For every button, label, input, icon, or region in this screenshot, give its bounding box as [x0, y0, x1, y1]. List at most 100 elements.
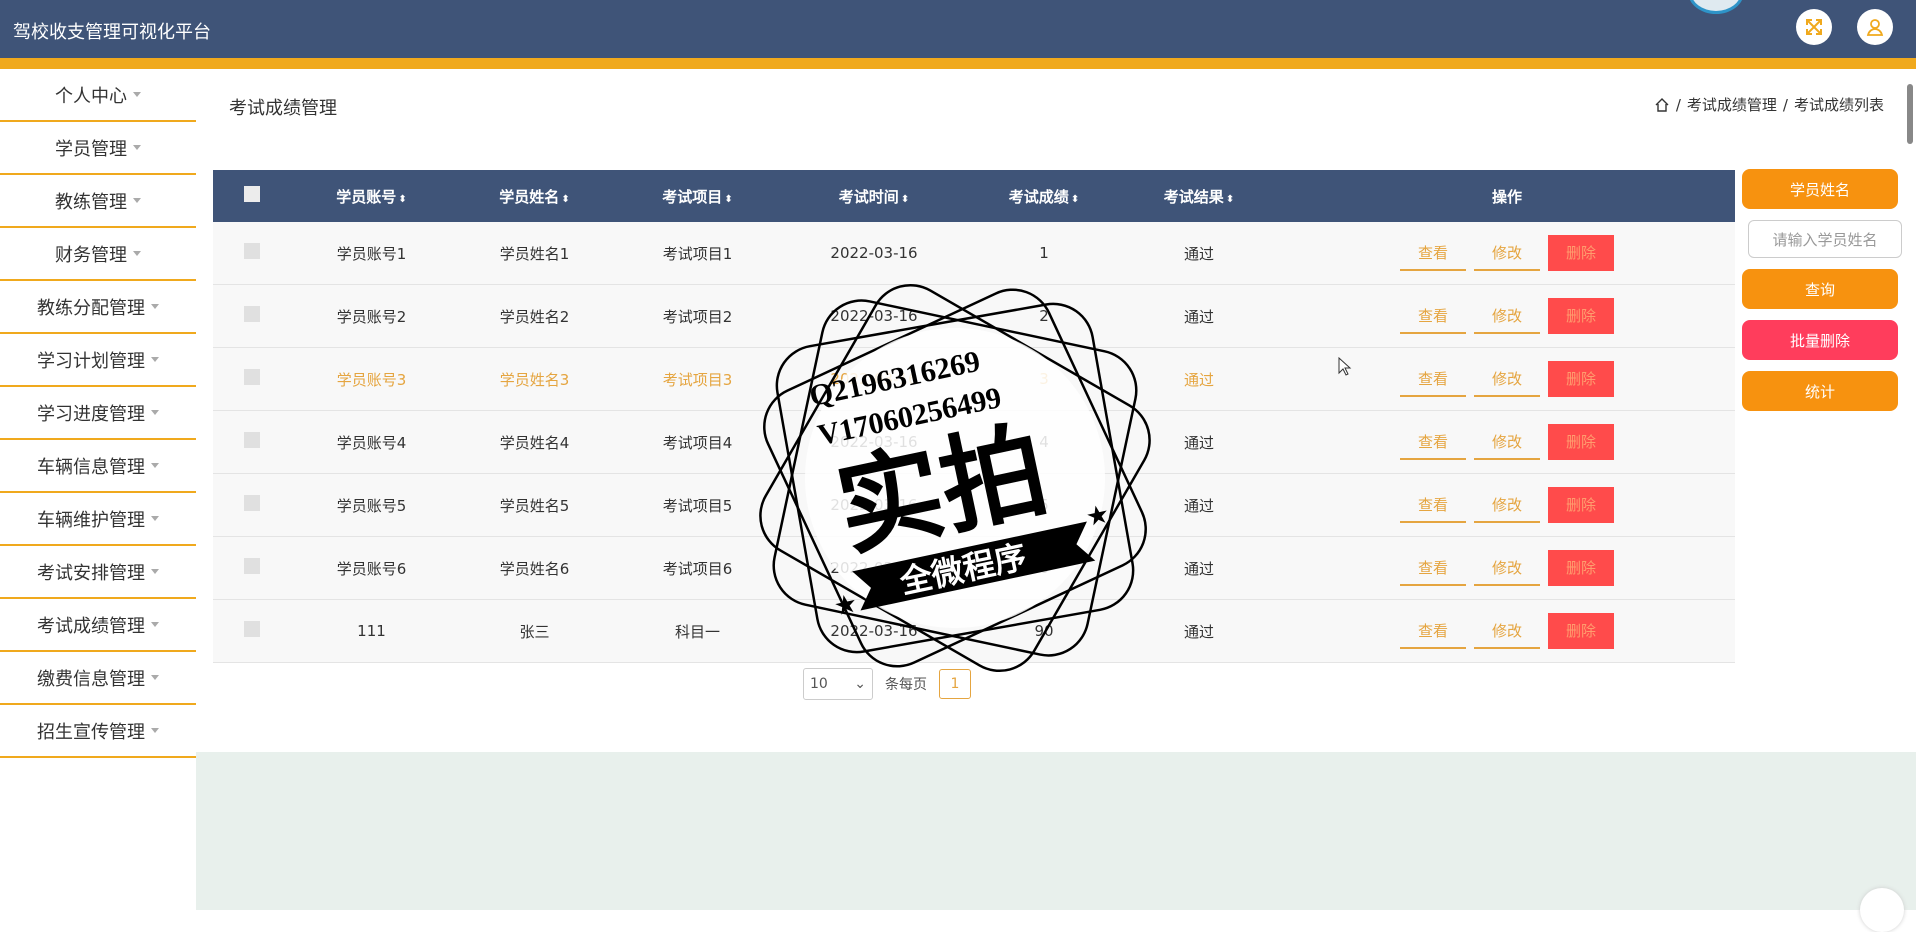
column-header-time[interactable]: 考试时间 ⬍: [779, 170, 969, 222]
home-icon[interactable]: [1654, 97, 1670, 113]
column-header-name[interactable]: 学员姓名 ⬍: [453, 170, 616, 222]
view-button[interactable]: 查看: [1400, 613, 1466, 649]
cell-score: 4: [969, 410, 1119, 474]
caret-down-icon: [151, 728, 159, 733]
edit-button[interactable]: 修改: [1474, 298, 1540, 334]
column-header-project[interactable]: 考试项目 ⬍: [616, 170, 779, 222]
row-checkbox[interactable]: [243, 369, 260, 385]
sort-icon: ⬍: [398, 193, 407, 205]
stats-button[interactable]: 统计: [1742, 371, 1898, 411]
table-row: 学员账号5 学员姓名5 考试项目5 2022-03-16 5 通过 查看 修改 删除: [213, 473, 1735, 537]
view-button[interactable]: 查看: [1400, 298, 1466, 334]
sidebar-item-finance[interactable]: 财务管理: [0, 228, 196, 281]
delete-button[interactable]: 删除: [1548, 487, 1614, 523]
edit-button[interactable]: 修改: [1474, 361, 1540, 397]
row-checkbox[interactable]: [243, 306, 260, 322]
sidebar-item-label: 车辆信息管理: [37, 456, 145, 478]
sidebar-item-personal-center[interactable]: 个人中心: [0, 69, 196, 122]
view-button[interactable]: 查看: [1400, 487, 1466, 523]
row-checkbox[interactable]: [243, 558, 260, 574]
select-all-checkbox[interactable]: [243, 186, 260, 202]
caret-down-icon: [151, 463, 159, 468]
column-header-account[interactable]: 学员账号 ⬍: [290, 170, 453, 222]
table-row: 学员账号3 学员姓名3 考试项目3 2022-03-16 3 通过 查看 修改 删除: [213, 347, 1735, 411]
cell-project: 考试项目2: [616, 284, 779, 348]
sidebar-item-coach[interactable]: 教练管理: [0, 175, 196, 228]
cell-account: 学员账号4: [290, 410, 453, 474]
back-to-top-button[interactable]: [1860, 888, 1904, 932]
sort-icon: ⬍: [1225, 193, 1235, 205]
cell-score: 3: [969, 347, 1119, 411]
user-icon: [1866, 19, 1884, 36]
row-checkbox[interactable]: [243, 495, 260, 511]
sidebar-item-study-progress[interactable]: 学习进度管理: [0, 387, 196, 440]
view-button[interactable]: 查看: [1400, 550, 1466, 586]
cell-score: 90: [969, 599, 1119, 663]
cell-name: 学员姓名6: [453, 536, 616, 600]
row-checkbox[interactable]: [243, 243, 260, 259]
pagination: 10 ⌄ 条每页 1: [803, 668, 971, 700]
edit-button[interactable]: 修改: [1474, 613, 1540, 649]
edit-button[interactable]: 修改: [1474, 424, 1540, 460]
row-checkbox[interactable]: [243, 621, 260, 637]
sidebar-item-label: 车辆维护管理: [37, 509, 145, 531]
table-row: 学员账号1 学员姓名1 考试项目1 2022-03-16 1 通过 查看 修改 删除: [213, 222, 1735, 285]
user-button[interactable]: [1857, 9, 1893, 45]
delete-button[interactable]: 删除: [1548, 550, 1614, 586]
sidebar-item-vehicle-info[interactable]: 车辆信息管理: [0, 440, 196, 493]
delete-button[interactable]: 删除: [1548, 424, 1614, 460]
sidebar-item-enrollment-promo[interactable]: 招生宣传管理: [0, 705, 196, 758]
cell-result: 通过: [1119, 536, 1279, 600]
column-header-score[interactable]: 考试成绩 ⬍: [969, 170, 1119, 222]
sidebar-item-student[interactable]: 学员管理: [0, 122, 196, 175]
page-size-select[interactable]: 10 ⌄: [803, 668, 873, 700]
cell-score: 5: [969, 473, 1119, 537]
view-button[interactable]: 查看: [1400, 361, 1466, 397]
edit-button[interactable]: 修改: [1474, 235, 1540, 271]
breadcrumb-level1[interactable]: 考试成绩管理: [1687, 94, 1777, 115]
delete-button[interactable]: 删除: [1548, 235, 1614, 271]
cell-score: 2: [969, 284, 1119, 348]
caret-down-icon: [151, 516, 159, 521]
edit-button[interactable]: 修改: [1474, 487, 1540, 523]
sidebar-item-coach-assign[interactable]: 教练分配管理: [0, 281, 196, 334]
cell-result: 通过: [1119, 222, 1279, 285]
edit-button[interactable]: 修改: [1474, 550, 1540, 586]
sort-icon: ⬍: [561, 193, 570, 205]
delete-button[interactable]: 删除: [1548, 613, 1614, 649]
delete-button[interactable]: 删除: [1548, 361, 1614, 397]
table-row: 学员账号6 学员姓名6 考试项目6 2022-03-16 6 通过 查看 修改 删除: [213, 536, 1735, 600]
app-title: 驾校收支管理可视化平台: [13, 22, 211, 43]
cell-account: 学员账号1: [290, 222, 453, 285]
view-button[interactable]: 查看: [1400, 424, 1466, 460]
cell-project: 考试项目6: [616, 536, 779, 600]
sidebar-item-study-plan[interactable]: 学习计划管理: [0, 334, 196, 387]
sidebar-item-label: 考试安排管理: [37, 562, 145, 584]
cell-project: 考试项目4: [616, 410, 779, 474]
top-bar: 驾校收支管理可视化平台: [0, 0, 1916, 69]
sidebar-item-payment[interactable]: 缴费信息管理: [0, 652, 196, 705]
cell-name: 学员姓名1: [453, 222, 616, 285]
query-button[interactable]: 查询: [1742, 269, 1898, 309]
cell-result: 通过: [1119, 347, 1279, 411]
delete-button[interactable]: 删除: [1548, 298, 1614, 334]
caret-down-icon: [133, 145, 141, 150]
cell-score: 1: [969, 222, 1119, 285]
cell-time: 2022-03-16: [779, 284, 969, 348]
cell-name: 学员姓名5: [453, 473, 616, 537]
sidebar-item-exam-schedule[interactable]: 考试安排管理: [0, 546, 196, 599]
batch-delete-button[interactable]: 批量删除: [1742, 320, 1898, 360]
fullscreen-button[interactable]: [1796, 9, 1832, 45]
page-button[interactable]: 1: [939, 669, 971, 699]
cell-project: 考试项目1: [616, 222, 779, 285]
column-header-result[interactable]: 考试结果 ⬍: [1119, 170, 1279, 222]
row-checkbox[interactable]: [243, 432, 260, 448]
search-input[interactable]: 请输入学员姓名: [1748, 220, 1902, 258]
scrollbar[interactable]: [1907, 84, 1913, 144]
cell-result: 通过: [1119, 473, 1279, 537]
caret-down-icon: [151, 357, 159, 362]
sidebar-item-vehicle-maintenance[interactable]: 车辆维护管理: [0, 493, 196, 546]
breadcrumb-separator: /: [1782, 95, 1788, 114]
sidebar-item-exam-score[interactable]: 考试成绩管理: [0, 599, 196, 652]
view-button[interactable]: 查看: [1400, 235, 1466, 271]
